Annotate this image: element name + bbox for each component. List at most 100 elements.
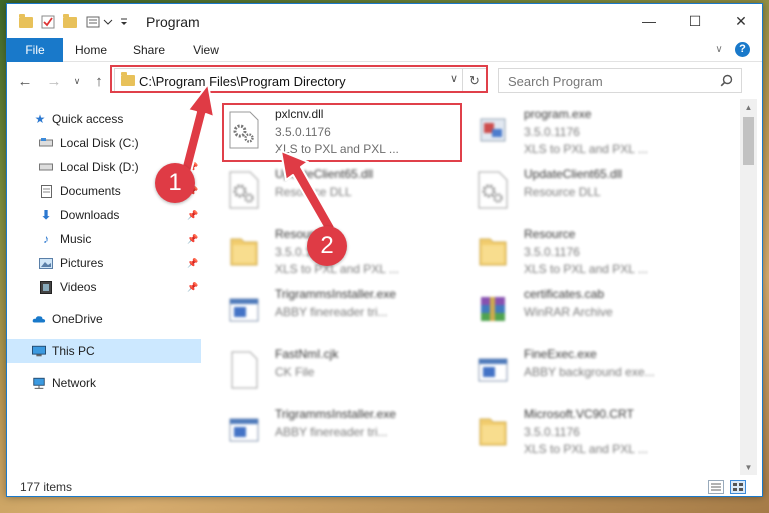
file-item-updateclient65-dll[interactable]: UpdateClient65.dll Resource DLL [454, 163, 704, 219]
file-name: certificates.cab [524, 287, 605, 301]
file-name: Microsoft.VC90.CRT [524, 407, 634, 421]
file-item-program-exe[interactable]: program.exe 3.5.0.1176 XLS to PXL and PX… [454, 103, 704, 159]
title-bar: Program — ☐ ✕ [7, 4, 762, 38]
music-icon: ♪ [43, 232, 49, 246]
file-version: 3.5.0.1176 [524, 425, 580, 439]
file-item-certificates-cab[interactable]: certificates.cab WinRAR Archive [454, 283, 704, 339]
sidebar-item-this-pc[interactable]: This PC [7, 339, 201, 363]
address-bar-highlight [110, 65, 488, 93]
minimize-button[interactable]: — [626, 4, 672, 38]
tab-share[interactable]: Share [129, 38, 169, 62]
pin-icon[interactable]: 📌 [187, 210, 198, 221]
file-item-fastnmi-cjk[interactable]: FastNmI.cjk CK File [205, 343, 455, 399]
step-1-badge: 1 [155, 163, 195, 203]
item-count: 177 items [20, 480, 73, 494]
sidebar-item-quick-access[interactable]: ★ Quick access [7, 107, 201, 131]
search-placeholder: Search Program [508, 74, 603, 89]
pin-icon[interactable]: 📌 [187, 282, 198, 293]
sidebar-item-label: Pictures [60, 256, 104, 270]
close-button[interactable]: ✕ [718, 4, 762, 38]
star-icon: ★ [34, 112, 46, 126]
pin-icon[interactable]: 📌 [187, 258, 198, 269]
recent-locations-icon[interactable]: ∨ [67, 71, 87, 91]
file-name: TrigrammsInstaller.exe [275, 287, 396, 301]
scrollbar-thumb[interactable] [743, 117, 754, 165]
sidebar-item-label: Network [52, 376, 97, 390]
archive-icon [478, 291, 508, 331]
sidebar-item-pictures[interactable]: Pictures 📌 [7, 251, 201, 275]
file-item-resource-folder[interactable]: Resource 3.5.0.1176 XLS to PXL and PXL .… [454, 223, 704, 279]
file-type: ABBY finereader tri... [275, 425, 388, 439]
file-name: TrigrammsInstaller.exe [275, 407, 396, 421]
installer-icon [478, 351, 508, 391]
pin-icon[interactable]: 📌 [187, 138, 198, 149]
chevron-down-icon[interactable] [117, 13, 131, 31]
scroll-down-icon[interactable]: ▼ [740, 459, 757, 475]
file-item-updateclient65-dll[interactable]: UpdateClient65.dll Resource DLL [205, 163, 455, 219]
sidebar-item-label: Music [60, 232, 92, 246]
sidebar-item-onedrive[interactable]: OneDrive [7, 307, 201, 331]
sidebar-item-videos[interactable]: Videos 📌 [7, 275, 201, 299]
file-item-trigrammsinstaller-exe[interactable]: TrigrammsInstaller.exe ABBY finereader t… [205, 403, 455, 459]
file-item-microsoft-vc90-crt[interactable]: Microsoft.VC90.CRT 3.5.0.1176 XLS to PXL… [454, 403, 704, 459]
network-icon [32, 376, 46, 390]
expand-ribbon-icon[interactable]: ∨ [711, 38, 727, 62]
sidebar-item-label: Videos [60, 280, 97, 294]
documents-icon [39, 184, 53, 198]
drive-icon [39, 136, 53, 150]
large-icons-view-icon[interactable] [730, 480, 746, 494]
file-version: 3.5.0.1176 [524, 125, 580, 139]
computer-icon [32, 344, 46, 358]
sidebar-item-network[interactable]: Network [7, 371, 201, 395]
folder-icon [17, 13, 35, 31]
properties-icon[interactable] [39, 13, 57, 31]
dll-gear-icon [229, 171, 259, 211]
file-name: Resource [524, 227, 576, 241]
file-item-trigrammsinstaller-exe[interactable]: TrigrammsInstaller.exe ABBY finereader t… [205, 283, 455, 339]
tab-file[interactable]: File [7, 38, 63, 62]
maximize-button[interactable]: ☐ [672, 4, 718, 38]
back-arrow-icon[interactable]: ← [15, 71, 35, 91]
cloud-icon [32, 312, 46, 326]
file-type: Resource DLL [275, 185, 352, 199]
tab-home[interactable]: Home [71, 38, 111, 62]
sidebar-item-label: Local Disk (D:) [60, 160, 139, 174]
sidebar-item-label: Documents [60, 184, 121, 198]
scroll-up-icon[interactable]: ▲ [740, 99, 757, 115]
pin-icon[interactable]: 📌 [187, 234, 198, 245]
pictures-icon [39, 256, 53, 270]
tab-view[interactable]: View [186, 38, 226, 62]
details-view-icon[interactable] [708, 480, 724, 494]
sidebar-item-label: OneDrive [52, 312, 103, 326]
file-item-fineexec-exe[interactable]: FineExec.exe ABBY background exe... [454, 343, 704, 399]
navigation-pane: ★ Quick access Local Disk (C:) 📌 Local D… [7, 102, 201, 472]
help-icon[interactable]: ? [735, 42, 750, 57]
ribbon-tabs: File Home Share View ∨ ? [7, 38, 762, 62]
forward-arrow-icon[interactable]: → [44, 71, 64, 91]
installer-icon [229, 411, 259, 451]
search-icon[interactable] [720, 74, 733, 90]
file-description: XLS to PXL and PXL ... [524, 442, 648, 456]
sidebar-item-label: Downloads [60, 208, 120, 222]
file-description: XLS to PXL and PXL ... [524, 262, 648, 276]
sidebar-item-label: This PC [52, 344, 95, 358]
up-arrow-icon[interactable]: ↑ [89, 71, 109, 91]
file-type: Resource DLL [524, 185, 601, 199]
file-name: UpdateClient65.dll [524, 167, 623, 181]
folder-icon [478, 231, 508, 271]
sidebar-item-local-disk-c[interactable]: Local Disk (C:) 📌 [7, 131, 201, 155]
file-highlight [222, 103, 462, 162]
file-description: XLS to PXL and PXL ... [275, 262, 399, 276]
vertical-scrollbar[interactable]: ▲ ▼ [740, 99, 757, 475]
step-2-badge: 2 [307, 226, 347, 266]
sidebar-item-downloads[interactable]: ⬇ Downloads 📌 [7, 203, 201, 227]
new-folder-icon[interactable] [61, 13, 79, 31]
sidebar-item-label: Quick access [52, 112, 124, 126]
customize-toolbar-icon[interactable] [85, 13, 115, 31]
search-input[interactable]: Search Program [498, 68, 742, 93]
file-name: FineExec.exe [524, 347, 597, 361]
file-type: CK File [275, 365, 315, 379]
file-type: WinRAR Archive [524, 305, 613, 319]
sidebar-item-music[interactable]: ♪ Music 📌 [7, 227, 201, 251]
videos-icon [39, 280, 53, 294]
